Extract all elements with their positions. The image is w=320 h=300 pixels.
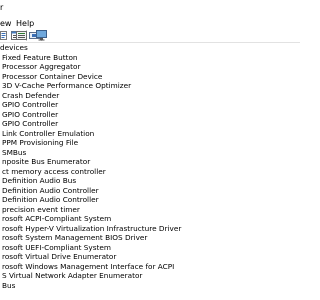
- tree-device-item[interactable]: Definition Audio Bus: [0, 176, 300, 185]
- tree-device-item[interactable]: Processor Aggregator: [0, 62, 300, 71]
- tree-device-item[interactable]: SMBus: [0, 148, 300, 157]
- device-label: precision event timer: [2, 204, 80, 214]
- tree-device-item[interactable]: Definition Audio Controller: [0, 186, 300, 195]
- device-label: GPIO Controller: [2, 119, 59, 128]
- tree-device-item[interactable]: rosoft UEFI-Compliant System: [0, 243, 300, 252]
- tree-device-item[interactable]: GPIO Controller: [0, 100, 300, 109]
- title-bar: r: [0, 0, 300, 17]
- device-label: Definition Audio Bus: [2, 176, 77, 185]
- device-label: rosoft ACPI-Compliant System: [2, 214, 112, 223]
- tree-device-item[interactable]: 3D V-Cache Performance Optimizer: [0, 81, 300, 90]
- device-manager-window: r ew Help devices Fixed Feature Button P…: [0, 0, 300, 300]
- device-label: rosoft Windows Management Interface for …: [2, 261, 175, 271]
- tree-device-item[interactable]: rosoft Hyper-V Virtualization Infrastruc…: [0, 224, 300, 233]
- tree-device-item[interactable]: nposite Bus Enumerator: [0, 157, 300, 166]
- device-label: Crash Defender: [2, 90, 60, 100]
- tree-device-item[interactable]: rosoft System Management BIOS Driver: [0, 233, 300, 242]
- tree-device-item[interactable]: Crash Defender: [0, 91, 300, 100]
- device-label: SMBus: [2, 147, 27, 157]
- device-label: PPM Provisioning File: [2, 138, 79, 147]
- device-label: S Virtual Network Adapter Enumerator: [2, 271, 143, 280]
- tree-category-system-devices[interactable]: devices: [0, 43, 300, 52]
- monitor-icon[interactable]: [36, 30, 48, 41]
- tree-device-item[interactable]: rosoft Windows Management Interface for …: [0, 262, 300, 271]
- device-label: Processor Container Device: [2, 71, 103, 81]
- tree-device-item[interactable]: Link Controller Emulation: [0, 129, 300, 138]
- category-label: devices: [0, 43, 28, 52]
- device-tree: devices Fixed Feature Button Processor A…: [0, 43, 300, 300]
- tree-device-item[interactable]: GPIO Controller: [0, 119, 300, 128]
- device-label: Definition Audio Controller: [2, 195, 99, 204]
- tree-device-item[interactable]: Definition Audio Controller: [0, 195, 300, 204]
- device-label: 3D V-Cache Performance Optimizer: [2, 81, 132, 90]
- device-label: Bus: [2, 280, 16, 290]
- device-label: Processor Aggregator: [2, 62, 81, 71]
- device-label: rosoft UEFI-Compliant System: [2, 242, 111, 252]
- tree-device-item[interactable]: rosoft ACPI-Compliant System: [0, 214, 300, 223]
- device-label: Link Controller Emulation: [2, 128, 95, 138]
- tree-device-item[interactable]: precision event timer: [0, 205, 300, 214]
- device-label: Definition Audio Controller: [2, 185, 99, 195]
- tree-device-item[interactable]: GPIO Controller: [0, 110, 300, 119]
- device-label: rosoft System Management BIOS Driver: [2, 233, 148, 242]
- device-label: rosoft Virtual Drive Enumerator: [2, 252, 117, 261]
- tree-device-item[interactable]: PPM Provisioning File: [0, 138, 300, 147]
- menu-view[interactable]: ew: [0, 18, 11, 29]
- tree-device-item[interactable]: ct memory access controller: [0, 167, 300, 176]
- menu-help[interactable]: Help: [16, 18, 34, 29]
- device-label: nposite Bus Enumerator: [2, 157, 91, 166]
- toolbar: [0, 30, 300, 42]
- device-label: GPIO Controller: [2, 109, 59, 119]
- device-label: Fixed Feature Button: [2, 52, 78, 62]
- device-label: GPIO Controller: [2, 100, 59, 109]
- tree-device-item[interactable]: rosoft Virtual Drive Enumerator: [0, 252, 300, 261]
- tree-device-item[interactable]: Processor Container Device: [0, 72, 300, 81]
- tree-device-item[interactable]: S Virtual Network Adapter Enumerator: [0, 271, 300, 280]
- tree-device-item[interactable]: Fixed Feature Button: [0, 53, 300, 62]
- update-driver-icon[interactable]: [16, 30, 28, 41]
- device-label: ct memory access controller: [2, 166, 106, 176]
- tree-device-item[interactable]: Bus: [0, 281, 300, 290]
- menu-bar: ew Help: [0, 17, 300, 30]
- device-label: rosoft Hyper-V Virtualization Infrastruc…: [2, 223, 182, 233]
- window-title: r: [0, 3, 4, 12]
